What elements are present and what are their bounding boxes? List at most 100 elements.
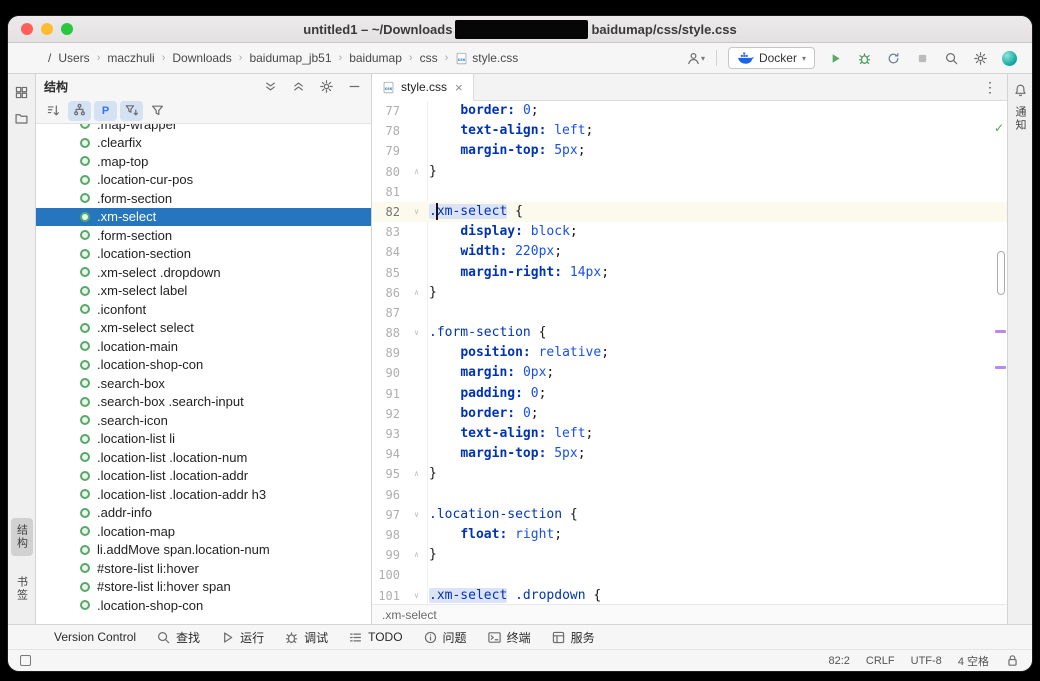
- editor-error-stripe[interactable]: ✓: [993, 101, 1007, 604]
- structure-item[interactable]: .xm-select label: [36, 282, 371, 301]
- tool-window-button-version-control[interactable]: Version Control: [54, 630, 136, 644]
- structure-item[interactable]: #store-list li:hover: [36, 559, 371, 578]
- breadcrumb-item[interactable]: Downloads: [172, 51, 231, 65]
- close-window-button[interactable]: [21, 23, 33, 35]
- tab-style-css[interactable]: css style.css ×: [372, 74, 474, 101]
- structure-item[interactable]: .location-list .location-num: [36, 448, 371, 467]
- editor-breadcrumb-bar[interactable]: .xm-select: [372, 604, 1007, 624]
- code-line[interactable]: 99∧}: [372, 545, 1007, 565]
- lock-icon[interactable]: [1005, 653, 1020, 668]
- stop-icon[interactable]: [913, 48, 931, 68]
- tool-window-tab-notifications[interactable]: 通知: [1009, 100, 1031, 138]
- structure-item[interactable]: .xm-select select: [36, 319, 371, 338]
- rerun-icon[interactable]: [884, 48, 902, 68]
- zoom-window-button[interactable]: [61, 23, 73, 35]
- hide-panel-icon[interactable]: [345, 77, 363, 95]
- breadcrumb-item[interactable]: /: [48, 51, 51, 65]
- settings-icon[interactable]: [971, 48, 989, 68]
- structure-item[interactable]: .location-map: [36, 522, 371, 541]
- code-line[interactable]: 77 border: 0;: [372, 101, 1007, 121]
- code-line[interactable]: 78 text-align: left;: [372, 121, 1007, 141]
- breadcrumb-item[interactable]: cssstyle.css: [455, 51, 518, 65]
- fold-marker[interactable]: ∧: [406, 545, 428, 565]
- debug-icon[interactable]: [855, 48, 873, 68]
- code-line[interactable]: 89 position: relative;: [372, 343, 1007, 363]
- editor-breadcrumb-item[interactable]: .xm-select: [382, 608, 437, 622]
- structure-item[interactable]: .map-wrapper: [36, 124, 371, 134]
- breadcrumb-item[interactable]: Users: [58, 51, 89, 65]
- collapse-all-icon[interactable]: [289, 77, 307, 95]
- structure-item[interactable]: .search-box: [36, 374, 371, 393]
- code-line[interactable]: 81: [372, 182, 1007, 202]
- breadcrumb-item[interactable]: baidumap: [349, 51, 402, 65]
- sort-alphabetically-icon[interactable]: [42, 101, 65, 121]
- ai-plugin-icon[interactable]: [1000, 48, 1018, 68]
- structure-item[interactable]: .xm-select .dropdown: [36, 263, 371, 282]
- breadcrumb-item[interactable]: baidumap_jb51: [249, 51, 331, 65]
- code-line[interactable]: 97∨.location-section {: [372, 505, 1007, 525]
- structure-item[interactable]: .location-list li: [36, 430, 371, 449]
- code-line[interactable]: 94 margin-top: 5px;: [372, 444, 1007, 464]
- tool-window-button-terminal[interactable]: 终端: [487, 629, 531, 646]
- breadcrumb-item[interactable]: maczhuli: [107, 51, 154, 65]
- code-line[interactable]: 79 margin-top: 5px;: [372, 141, 1007, 161]
- code-line[interactable]: 84 width: 220px;: [372, 242, 1007, 262]
- structure-item[interactable]: #store-list li:hover span: [36, 578, 371, 597]
- structure-item[interactable]: .location-list .location-addr h3: [36, 485, 371, 504]
- code-line[interactable]: 80∧}: [372, 162, 1007, 182]
- structure-item[interactable]: .location-section: [36, 245, 371, 264]
- structure-item[interactable]: .map-top: [36, 152, 371, 171]
- tool-window-button-debug-tool[interactable]: 调试: [284, 629, 328, 646]
- code-line[interactable]: 82∨.xm-select {: [372, 202, 1007, 222]
- code-line[interactable]: 92 border: 0;: [372, 404, 1007, 424]
- tool-window-tab-bookmarks[interactable]: 书签: [11, 570, 33, 608]
- structure-item[interactable]: .search-icon: [36, 411, 371, 430]
- structure-item[interactable]: .form-section: [36, 189, 371, 208]
- inspections-ok-icon[interactable]: ✓: [994, 121, 1004, 135]
- code-line[interactable]: 83 display: block;: [372, 222, 1007, 242]
- fold-marker[interactable]: ∨: [406, 323, 428, 343]
- ide-status-icon[interactable]: [20, 655, 31, 666]
- minimize-window-button[interactable]: [41, 23, 53, 35]
- tool-window-button-todo[interactable]: TODO: [348, 630, 402, 645]
- structure-item[interactable]: li.addMove span.location-num: [36, 541, 371, 560]
- fold-marker[interactable]: ∨: [406, 202, 428, 222]
- filter-icon[interactable]: [146, 101, 169, 121]
- group-hierarchy-icon[interactable]: [68, 101, 91, 121]
- code-line[interactable]: 86∧}: [372, 283, 1007, 303]
- panel-settings-icon[interactable]: [317, 77, 335, 95]
- structure-item[interactable]: .location-main: [36, 337, 371, 356]
- filter-down-icon[interactable]: [120, 101, 143, 121]
- show-properties-icon[interactable]: P: [94, 101, 117, 121]
- run-icon[interactable]: [826, 48, 844, 68]
- code-line[interactable]: 96: [372, 485, 1007, 505]
- structure-item[interactable]: .location-cur-pos: [36, 171, 371, 190]
- tool-window-tab-structure[interactable]: 结构: [11, 518, 33, 556]
- code-line[interactable]: 93 text-align: left;: [372, 424, 1007, 444]
- indent-widget[interactable]: 4 空格: [958, 653, 989, 669]
- caret-position-widget[interactable]: 82:2: [828, 655, 849, 667]
- fold-marker[interactable]: ∨: [406, 505, 428, 525]
- structure-item[interactable]: .addr-info: [36, 504, 371, 523]
- structure-item[interactable]: .clearfix: [36, 134, 371, 153]
- code-line[interactable]: 90 margin: 0px;: [372, 363, 1007, 383]
- fold-marker[interactable]: ∧: [406, 283, 428, 303]
- user-avatar-icon[interactable]: ▾: [686, 48, 705, 68]
- breadcrumb-item[interactable]: css: [420, 51, 438, 65]
- encoding-widget[interactable]: UTF-8: [911, 655, 942, 667]
- structure-item[interactable]: .search-box .search-input: [36, 393, 371, 412]
- code-line[interactable]: 91 padding: 0;: [372, 384, 1007, 404]
- structure-item[interactable]: .form-section: [36, 226, 371, 245]
- editor-body[interactable]: 77 border: 0;78 text-align: left;79 marg…: [372, 101, 1007, 604]
- scrollbar-thumb[interactable]: [997, 251, 1005, 295]
- fold-marker[interactable]: ∧: [406, 162, 428, 182]
- tool-window-button-find[interactable]: 查找: [156, 629, 200, 646]
- code-line[interactable]: 95∧}: [372, 464, 1007, 484]
- structure-item[interactable]: .location-list .location-addr: [36, 467, 371, 486]
- code-line[interactable]: 88∨.form-section {: [372, 323, 1007, 343]
- expand-all-icon[interactable]: [261, 77, 279, 95]
- folder-icon[interactable]: [12, 108, 32, 128]
- fold-marker[interactable]: ∨: [406, 586, 428, 605]
- tool-window-button-problems[interactable]: 问题: [423, 629, 467, 646]
- code-line[interactable]: 100: [372, 565, 1007, 585]
